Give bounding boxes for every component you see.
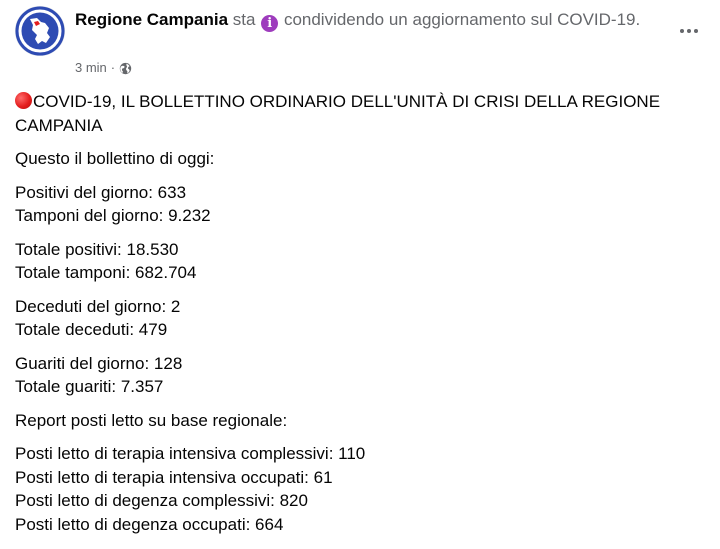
red-circle-icon <box>15 92 32 109</box>
stats-paragraph: Deceduti del giorno: 2 Totale deceduti: … <box>15 295 705 342</box>
bed-line: Posti letto di terapia intensiva occupat… <box>15 467 333 487</box>
timestamp-link[interactable]: 3 min <box>75 60 107 76</box>
post-title: COVID-19, IL BOLLETTINO ORDINARIO DELL'U… <box>15 90 705 137</box>
report-heading: Report posti letto su base regionale: <box>15 410 288 430</box>
stat-line: Positivi del giorno: 633 <box>15 182 187 202</box>
stat-line: Guariti del giorno: 128 <box>15 353 183 373</box>
globe-icon[interactable] <box>119 62 132 75</box>
beds-paragraph: Posti letto di terapia intensiva comples… <box>15 442 705 536</box>
action-text: condividendo un aggiornamento sul COVID-… <box>283 10 641 29</box>
stat-line: Totale positivi: 18.530 <box>15 239 179 259</box>
bed-line: Posti letto di terapia intensiva comples… <box>15 444 366 463</box>
stat-line: Totale tamponi: 682.704 <box>15 263 197 282</box>
post-meta: 3 min · <box>75 60 132 76</box>
title-text: COVID-19, IL BOLLETTINO ORDINARIO DELL'U… <box>15 92 661 135</box>
stats-paragraph: Totale positivi: 18.530 Totale tamponi: … <box>15 238 705 285</box>
action-prefix: sta <box>232 10 256 29</box>
bed-line: Posti letto di degenza occupati: 664 <box>15 514 284 534</box>
page-avatar[interactable] <box>15 6 65 56</box>
page-name-link[interactable]: Regione Campania <box>75 10 228 29</box>
more-options-icon[interactable] <box>676 18 702 44</box>
regione-campania-logo-icon <box>15 6 65 56</box>
facebook-post: Regione Campania sta i condividendo un a… <box>0 0 720 549</box>
stat-line: Totale deceduti: 479 <box>15 320 168 339</box>
post-header: Regione Campania sta i condividendo un a… <box>75 8 670 32</box>
stat-line: Totale guariti: 7.357 <box>15 377 164 396</box>
stat-line: Tamponi del giorno: 9.232 <box>15 206 211 225</box>
stat-line: Deceduti del giorno: 2 <box>15 296 181 316</box>
stats-paragraph: Guariti del giorno: 128 Totale guariti: … <box>15 352 705 399</box>
meta-separator: · <box>110 60 116 75</box>
info-icon: i <box>261 15 279 32</box>
stats-paragraph: Positivi del giorno: 633 Tamponi del gio… <box>15 181 705 228</box>
post-content: COVID-19, IL BOLLETTINO ORDINARIO DELL'U… <box>15 90 705 546</box>
intro-text: Questo il bollettino di oggi: <box>15 149 215 168</box>
bed-line: Posti letto di degenza complessivi: 820 <box>15 491 308 510</box>
